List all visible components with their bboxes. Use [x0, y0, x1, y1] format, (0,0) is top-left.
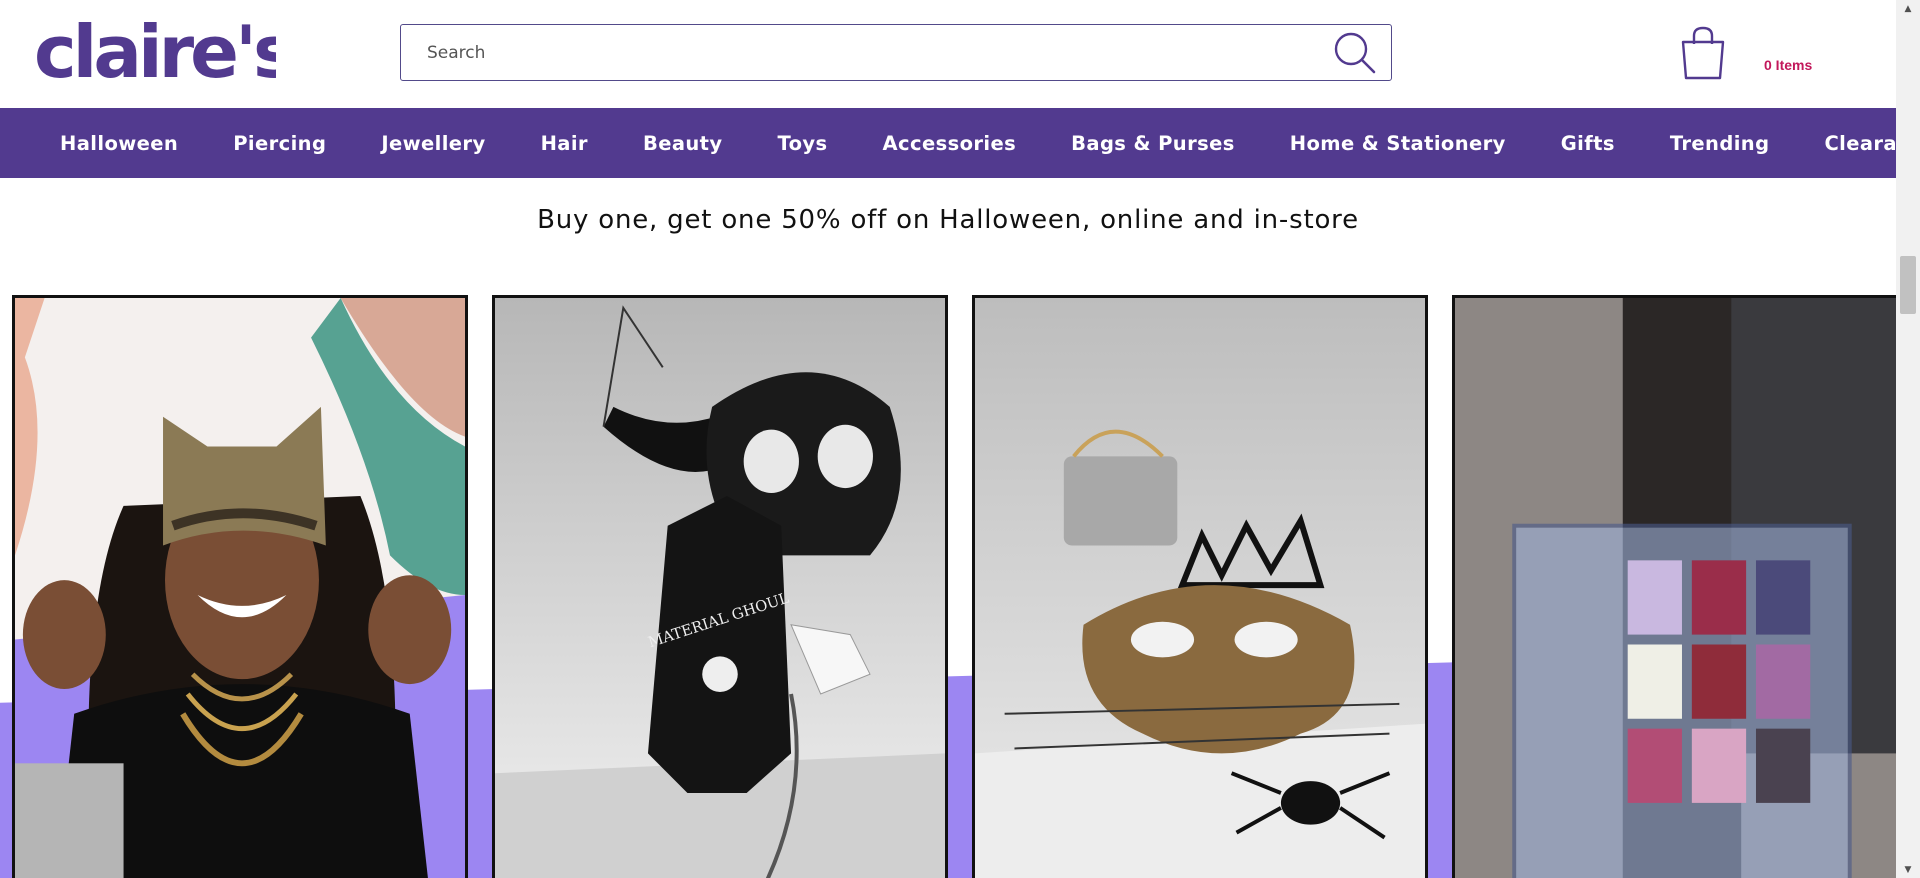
shopping-bag-icon [1681, 26, 1725, 80]
tile-leopard-mask[interactable] [972, 295, 1428, 878]
cart-button[interactable]: 0 Items [1676, 26, 1836, 82]
scroll-up-arrow-icon[interactable]: ▲ [1896, 0, 1920, 17]
eyeshadow-palette-image [1455, 298, 1896, 878]
search-icon [1334, 32, 1376, 74]
tile-halloween-model[interactable] [12, 295, 468, 878]
site-header: claire's 0 Items [0, 0, 1896, 108]
scroll-down-arrow-icon[interactable]: ▼ [1896, 861, 1920, 878]
product-tiles: MATERIAL GHOUL [0, 295, 1896, 878]
scroll-thumb[interactable] [1900, 256, 1916, 314]
search-input[interactable] [403, 27, 1303, 78]
skull-mask-coffin-bag-image: MATERIAL GHOUL [495, 298, 945, 878]
search-box [400, 24, 1392, 81]
nav-item-beauty[interactable]: Beauty [643, 132, 723, 155]
cart-count[interactable]: 0 Items [1764, 57, 1812, 73]
nav-item-gifts[interactable]: Gifts [1561, 132, 1615, 155]
nav-item-jewellery[interactable]: Jewellery [381, 132, 485, 155]
nav-item-trending[interactable]: Trending [1670, 132, 1770, 155]
tile-eyeshadow-palette[interactable] [1452, 295, 1896, 878]
page-scrollbar[interactable]: ▲ ▼ [1896, 0, 1920, 878]
logo-wordmark: claire's [34, 14, 276, 84]
nav-item-accessories[interactable]: Accessories [883, 132, 1017, 155]
nav-item-piercing[interactable]: Piercing [233, 132, 326, 155]
claires-logo[interactable]: claire's [34, 14, 276, 84]
leopard-mask-crown-bag-image [975, 298, 1425, 878]
nav-item-toys[interactable]: Toys [778, 132, 828, 155]
nav-item-home-stationery[interactable]: Home & Stationery [1290, 132, 1506, 155]
main-nav: Halloween Piercing Jewellery Hair Beauty… [0, 108, 1920, 178]
nav-item-hair[interactable]: Hair [541, 132, 588, 155]
promo-banner-text[interactable]: Buy one, get one 50% off on Halloween, o… [0, 205, 1896, 235]
tile-skull-coffin[interactable]: MATERIAL GHOUL [492, 295, 948, 878]
model-cat-mask-image [15, 298, 465, 878]
nav-item-bags-purses[interactable]: Bags & Purses [1071, 132, 1235, 155]
search-button[interactable] [1333, 31, 1377, 75]
nav-item-halloween[interactable]: Halloween [60, 132, 178, 155]
